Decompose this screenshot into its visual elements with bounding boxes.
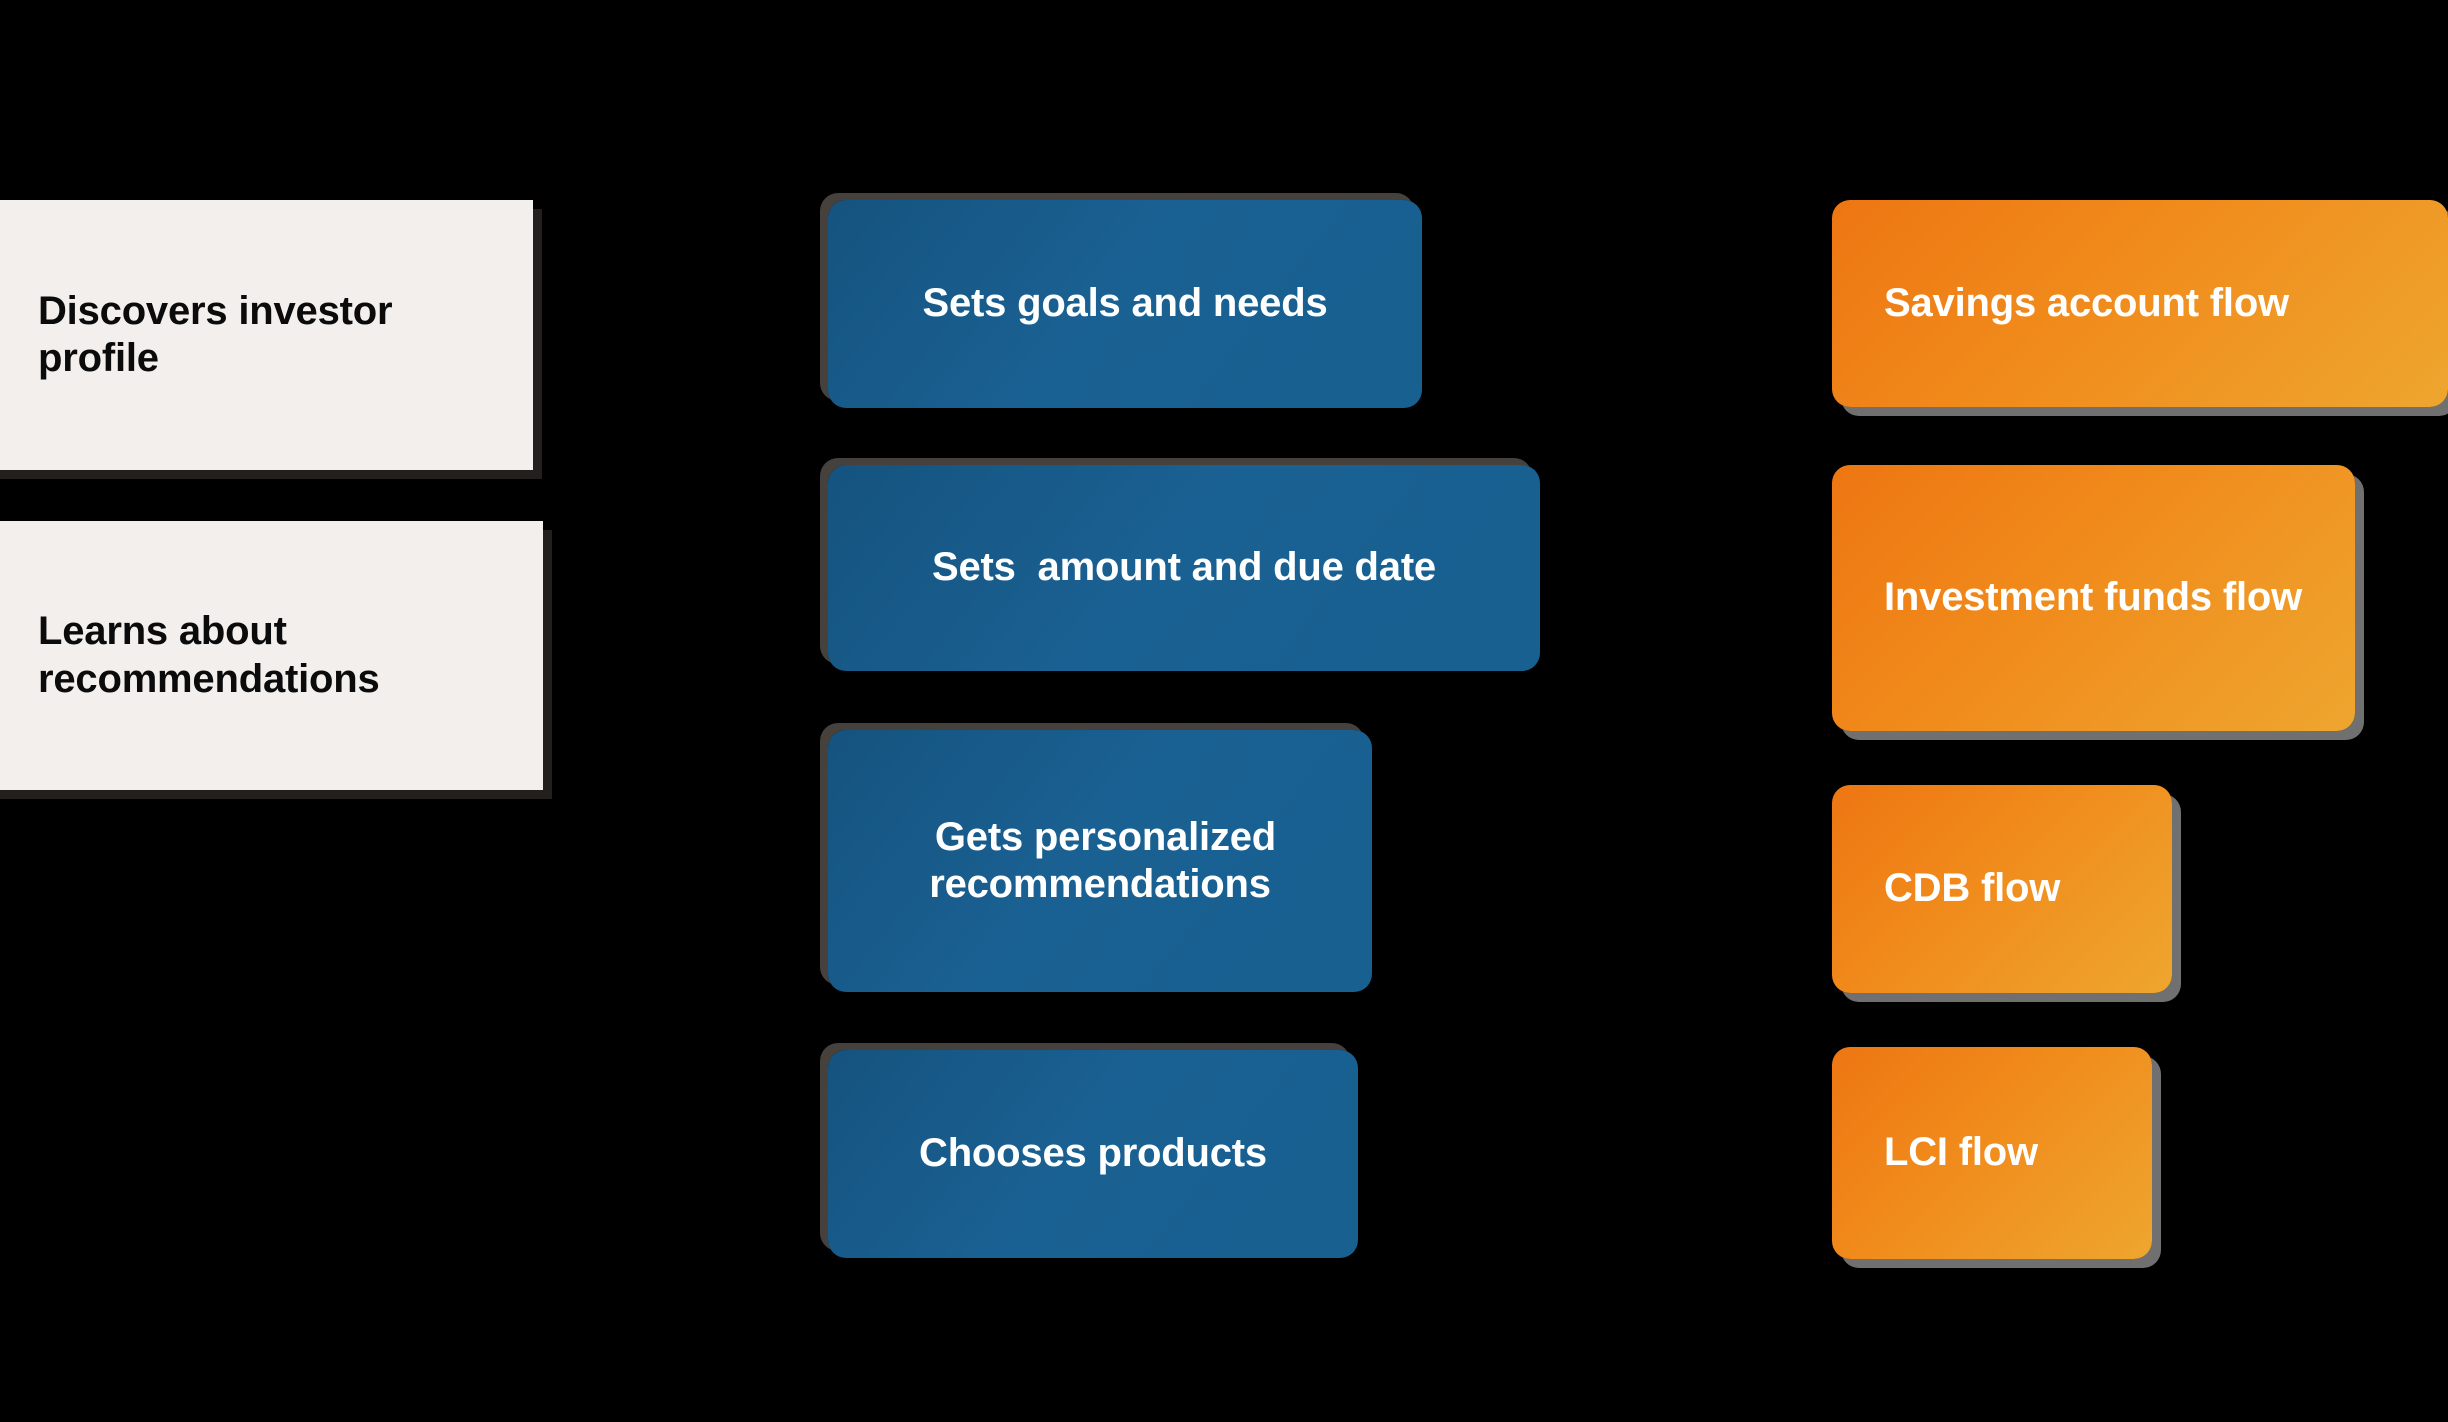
action-box-gets-personalized-recommendations[interactable]: Gets personalized recommendations [828, 730, 1372, 992]
persona-card-discovers-investor-profile[interactable]: Discovers investor profile [0, 200, 533, 470]
action-box-sets-goals-and-needs[interactable]: Sets goals and needs [828, 200, 1422, 408]
flow-box-label: Savings account flow [1884, 280, 2289, 325]
flow-box-label: CDB flow [1884, 866, 2061, 911]
flow-box-cdb-flow[interactable]: CDB flow [1832, 785, 2172, 993]
action-box-label: Chooses products [919, 1131, 1267, 1176]
action-box-label: Sets goals and needs [922, 281, 1328, 326]
flow-box-investment-funds-flow[interactable]: Investment funds flow [1832, 465, 2355, 731]
diagram-canvas: Discovers investor profile Learns about … [0, 0, 2448, 1422]
flow-box-label: Investment funds flow [1884, 575, 2303, 620]
flow-box-savings-account-flow[interactable]: Savings account flow [1832, 200, 2448, 407]
persona-card-learns-about-recommendations[interactable]: Learns about recommendations [0, 521, 543, 790]
persona-card-label: Learns about recommendations [38, 609, 380, 701]
flow-box-lci-flow[interactable]: LCI flow [1832, 1047, 2152, 1259]
action-box-label: Sets amount and due date [932, 545, 1436, 590]
persona-card-label: Discovers investor profile [38, 288, 404, 380]
action-box-sets-amount-and-due-date[interactable]: Sets amount and due date [828, 465, 1540, 671]
flow-box-label: LCI flow [1884, 1130, 2038, 1175]
action-box-chooses-products[interactable]: Chooses products [828, 1050, 1358, 1258]
action-box-label: Gets personalized recommendations [923, 814, 1287, 906]
